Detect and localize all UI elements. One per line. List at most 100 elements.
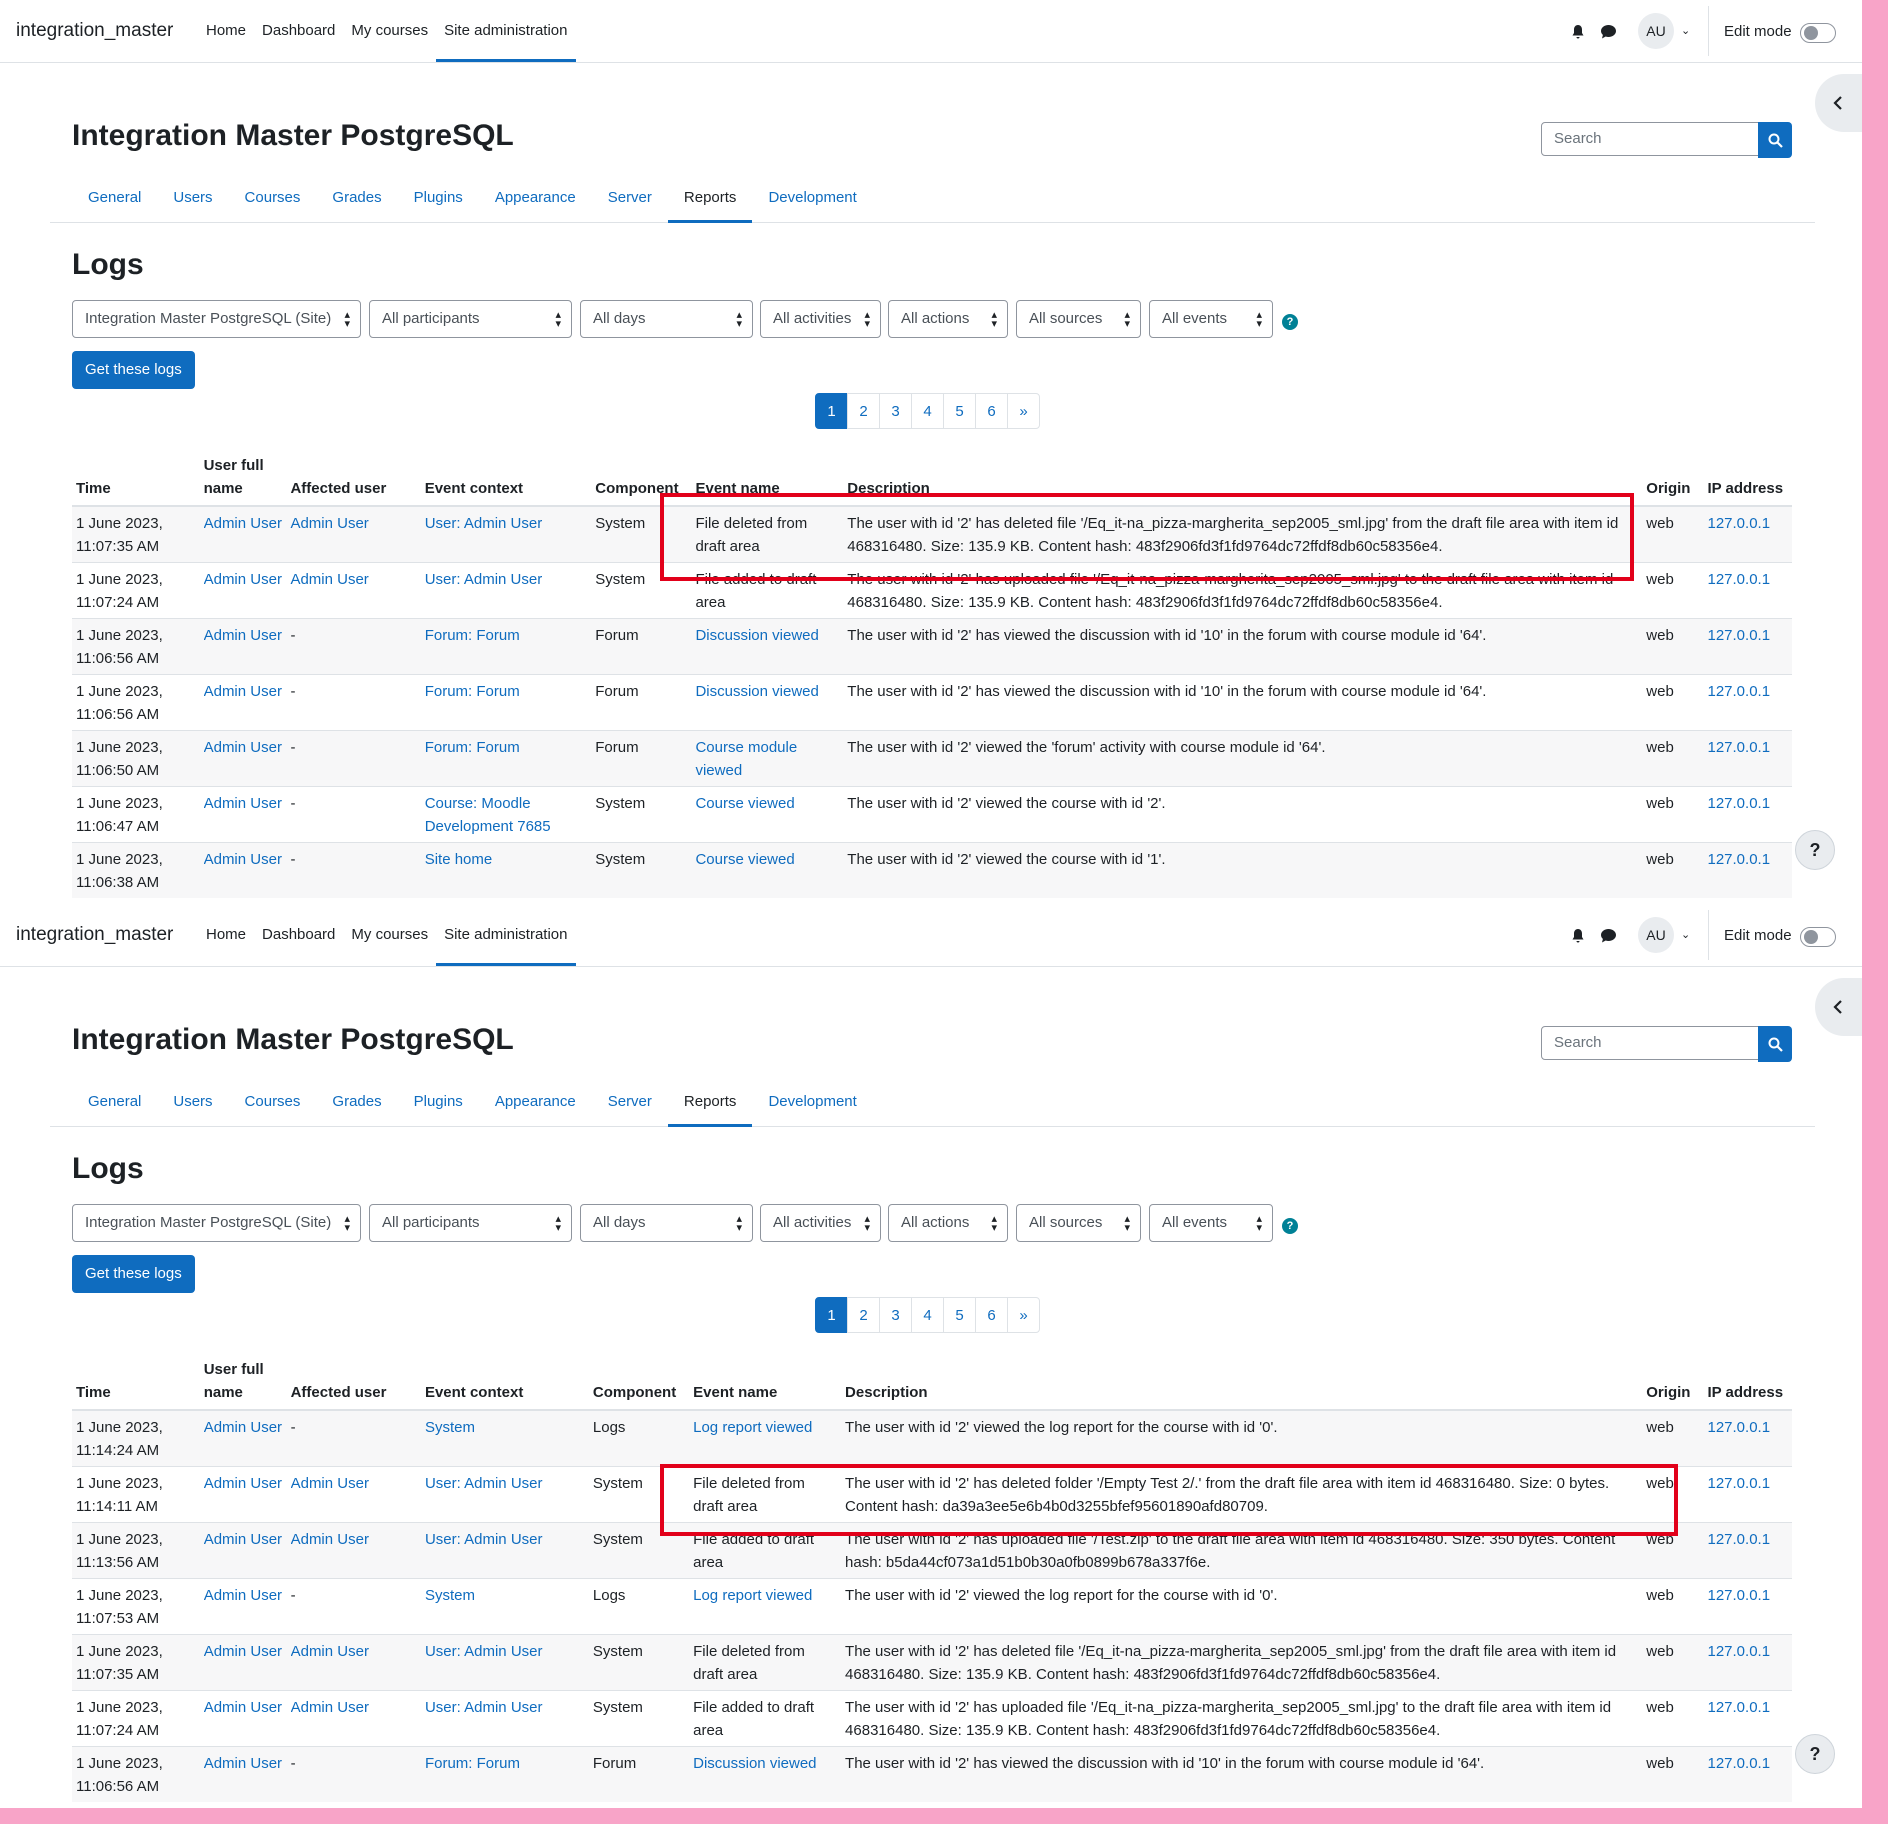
tab-grades[interactable]: Grades [316,1080,397,1127]
affected-user-link[interactable]: Admin User [290,512,416,558]
page-next[interactable]: » [1007,393,1040,429]
tab-plugins[interactable]: Plugins [398,176,479,223]
ip-address-link[interactable]: 127.0.0.1 [1707,512,1788,558]
affected-user-link[interactable]: Admin User [291,1528,417,1574]
search-input[interactable]: Search [1541,122,1759,156]
edit-mode-toggle[interactable] [1800,23,1836,43]
edit-mode-toggle[interactable] [1800,927,1836,947]
user-link[interactable]: Admin User [204,736,283,782]
user-link[interactable]: Admin User [204,848,283,894]
ip-address-link[interactable]: 127.0.0.1 [1707,1640,1788,1686]
column-header[interactable]: Component [591,449,692,507]
event-context-link[interactable]: System [425,1416,585,1462]
bell-icon[interactable] [1570,24,1586,40]
days-select[interactable]: All days ▴ ▾ [580,1204,753,1242]
column-header[interactable]: Time [72,1353,200,1411]
affected-user-link[interactable]: Admin User [291,1640,417,1686]
tab-development[interactable]: Development [752,1080,872,1127]
tab-courses[interactable]: Courses [229,1080,317,1127]
tab-appearance[interactable]: Appearance [479,1080,592,1127]
page-4[interactable]: 4 [911,1297,944,1333]
event-name-link[interactable]: Course viewed [695,792,839,838]
column-header[interactable]: Origin [1642,1353,1704,1411]
page-6[interactable]: 6 [975,393,1008,429]
nav-my-courses[interactable]: My courses [343,0,436,62]
tab-general[interactable]: General [72,1080,157,1127]
nav-home[interactable]: Home [198,0,254,62]
ip-address-link[interactable]: 127.0.0.1 [1707,848,1788,894]
ip-address-link[interactable]: 127.0.0.1 [1707,1472,1788,1518]
tab-plugins[interactable]: Plugins [398,1080,479,1127]
sources-select[interactable]: All sources ▴ ▾ [1016,300,1141,338]
sources-select[interactable]: All sources ▴ ▾ [1016,1204,1141,1242]
affected-user-link[interactable]: Admin User [290,568,416,614]
events-select[interactable]: All events ▴ ▾ [1149,1204,1273,1242]
tab-appearance[interactable]: Appearance [479,176,592,223]
event-context-link[interactable]: Forum: Forum [425,624,588,670]
activities-select[interactable]: All activities ▴ ▾ [760,1204,881,1242]
chevron-down-icon[interactable]: ⌄ [1681,928,1690,941]
ip-address-link[interactable]: 127.0.0.1 [1707,568,1788,614]
event-name-link[interactable]: Discussion viewed [693,1752,837,1798]
event-name-link[interactable]: Discussion viewed [695,680,839,726]
page-5[interactable]: 5 [943,1297,976,1333]
get-logs-button[interactable]: Get these logs [72,351,195,389]
nav-site-administration[interactable]: Site administration [436,0,576,62]
events-select[interactable]: All events ▴ ▾ [1149,300,1273,338]
user-link[interactable]: Admin User [204,1472,283,1518]
question-icon[interactable]: ? [1282,314,1298,330]
ip-address-link[interactable]: 127.0.0.1 [1707,1696,1788,1742]
tab-courses[interactable]: Courses [229,176,317,223]
event-name-link[interactable]: Log report viewed [693,1584,837,1630]
bell-icon[interactable] [1570,928,1586,944]
get-logs-button[interactable]: Get these logs [72,1255,195,1293]
affected-user-link[interactable]: Admin User [291,1696,417,1742]
event-context-link[interactable]: User: Admin User [425,1640,585,1686]
footer-help-button[interactable]: ? [1795,830,1835,870]
ip-address-link[interactable]: 127.0.0.1 [1707,680,1788,726]
participants-select[interactable]: All participants ▴ ▾ [369,1204,572,1242]
page-6[interactable]: 6 [975,1297,1008,1333]
page-1[interactable]: 1 [815,393,848,429]
actions-select[interactable]: All actions ▴ ▾ [888,300,1008,338]
drawer-toggle-button[interactable] [1815,74,1862,132]
tab-users[interactable]: Users [157,1080,228,1127]
nav-site-administration[interactable]: Site administration [436,904,576,966]
ip-address-link[interactable]: 127.0.0.1 [1707,1584,1788,1630]
page-3[interactable]: 3 [879,1297,912,1333]
event-context-link[interactable]: Forum: Forum [425,680,588,726]
course-select[interactable]: Integration Master PostgreSQL (Site) ▴ ▾ [72,1204,361,1242]
column-header[interactable]: Affected user [286,449,421,507]
tab-users[interactable]: Users [157,176,228,223]
tab-development[interactable]: Development [752,176,872,223]
nav-home[interactable]: Home [198,904,254,966]
page-next[interactable]: » [1007,1297,1040,1333]
user-link[interactable]: Admin User [204,1416,283,1462]
activities-select[interactable]: All activities ▴ ▾ [760,300,881,338]
page-3[interactable]: 3 [879,393,912,429]
tab-reports[interactable]: Reports [667,176,753,223]
column-header[interactable]: Event context [420,1353,589,1411]
ip-address-link[interactable]: 127.0.0.1 [1707,736,1788,782]
user-link[interactable]: Admin User [204,792,283,838]
user-link[interactable]: Admin User [204,680,283,726]
tab-general[interactable]: General [72,176,157,223]
tab-server[interactable]: Server [592,1080,668,1127]
page-1[interactable]: 1 [815,1297,848,1333]
ip-address-link[interactable]: 127.0.0.1 [1707,1416,1788,1462]
user-avatar[interactable]: AU [1638,13,1674,49]
event-context-link[interactable]: User: Admin User [425,1472,585,1518]
site-brand[interactable]: integration_master [16,924,173,946]
user-avatar[interactable]: AU [1638,917,1674,953]
participants-select[interactable]: All participants ▴ ▾ [369,300,572,338]
user-link[interactable]: Admin User [204,624,283,670]
event-context-link[interactable]: Course: Moodle Development 7685 [425,792,588,838]
event-name-link[interactable]: Discussion viewed [695,624,839,670]
event-context-link[interactable]: Forum: Forum [425,736,588,782]
site-brand[interactable]: integration_master [16,20,173,42]
nav-dashboard[interactable]: Dashboard [254,0,343,62]
event-context-link[interactable]: Forum: Forum [425,1752,585,1798]
column-header[interactable]: Description [843,449,1643,507]
event-context-link[interactable]: System [425,1584,585,1630]
search-input[interactable]: Search [1541,1026,1759,1060]
